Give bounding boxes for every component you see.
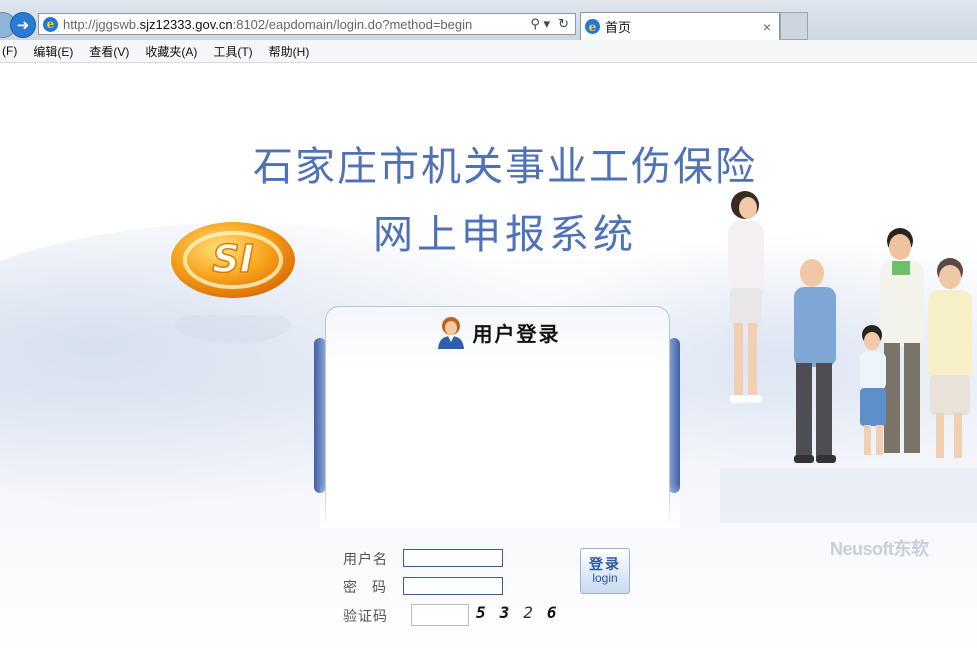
captcha-image[interactable]: 5 3 2 6 (476, 603, 557, 622)
captcha-char: 6 (546, 603, 557, 622)
login-button-label: 登录 (589, 556, 621, 573)
ie-icon: e (585, 19, 600, 34)
browser-toolbar: ➜ e http://jggswb.sjz12333.gov.cn:8102/e… (0, 0, 977, 41)
menu-view[interactable]: 查看(V) (81, 43, 137, 60)
panel-fade (320, 483, 680, 528)
url-text[interactable]: http://jggswb.sjz12333.gov.cn:8102/eapdo… (63, 17, 530, 32)
user-icon (437, 317, 464, 349)
logo-reflection (175, 315, 291, 343)
si-logo: SI (171, 222, 295, 298)
ie-icon: e (43, 16, 58, 32)
captcha-field[interactable] (411, 604, 469, 626)
captcha-char: 5 (476, 603, 486, 622)
search-dropdown-icon[interactable]: ⚲ ▾ (530, 16, 550, 32)
close-icon[interactable]: × (763, 19, 779, 35)
menu-favorites[interactable]: 收藏夹(A) (137, 43, 205, 60)
address-bar[interactable]: e http://jggswb.sjz12333.gov.cn:8102/eap… (38, 13, 576, 35)
captcha-label: 验证码 (343, 608, 388, 624)
username-field[interactable] (403, 549, 503, 567)
tab-home[interactable]: e 首页 × (580, 12, 780, 40)
login-button[interactable]: 登录 login (580, 548, 630, 594)
panel-title: 用户登录 (472, 321, 561, 346)
menu-edit[interactable]: 编辑(E) (25, 43, 81, 60)
menu-bar: (F) 编辑(E) 查看(V) 收藏夹(A) 工具(T) 帮助(H) (0, 40, 977, 63)
login-button-sublabel: login (592, 571, 618, 586)
refresh-icon[interactable]: ↻ (558, 16, 569, 32)
password-field[interactable] (403, 577, 503, 595)
captcha-char: 2 (523, 603, 533, 622)
menu-file[interactable]: (F) (0, 44, 25, 58)
neusoft-logo: Neusoft东软 (830, 539, 929, 559)
tab-label: 首页 (605, 20, 632, 35)
page-content: 石家庄市机关事业工伤保险 网上申报系统 SI 用户登录 用户名 密 码 验证码 … (0, 63, 977, 656)
family-illustration (720, 191, 977, 523)
new-tab-button[interactable] (780, 12, 808, 40)
forward-button[interactable]: ➜ (10, 12, 36, 38)
menu-tools[interactable]: 工具(T) (205, 43, 260, 60)
arrow-right-icon: ➜ (16, 17, 30, 34)
captcha-char: 3 (499, 603, 510, 622)
menu-help[interactable]: 帮助(H) (261, 43, 318, 60)
svg-text:SI: SI (212, 237, 254, 281)
password-label: 密码 (343, 579, 387, 595)
username-label: 用户名 (343, 551, 388, 567)
